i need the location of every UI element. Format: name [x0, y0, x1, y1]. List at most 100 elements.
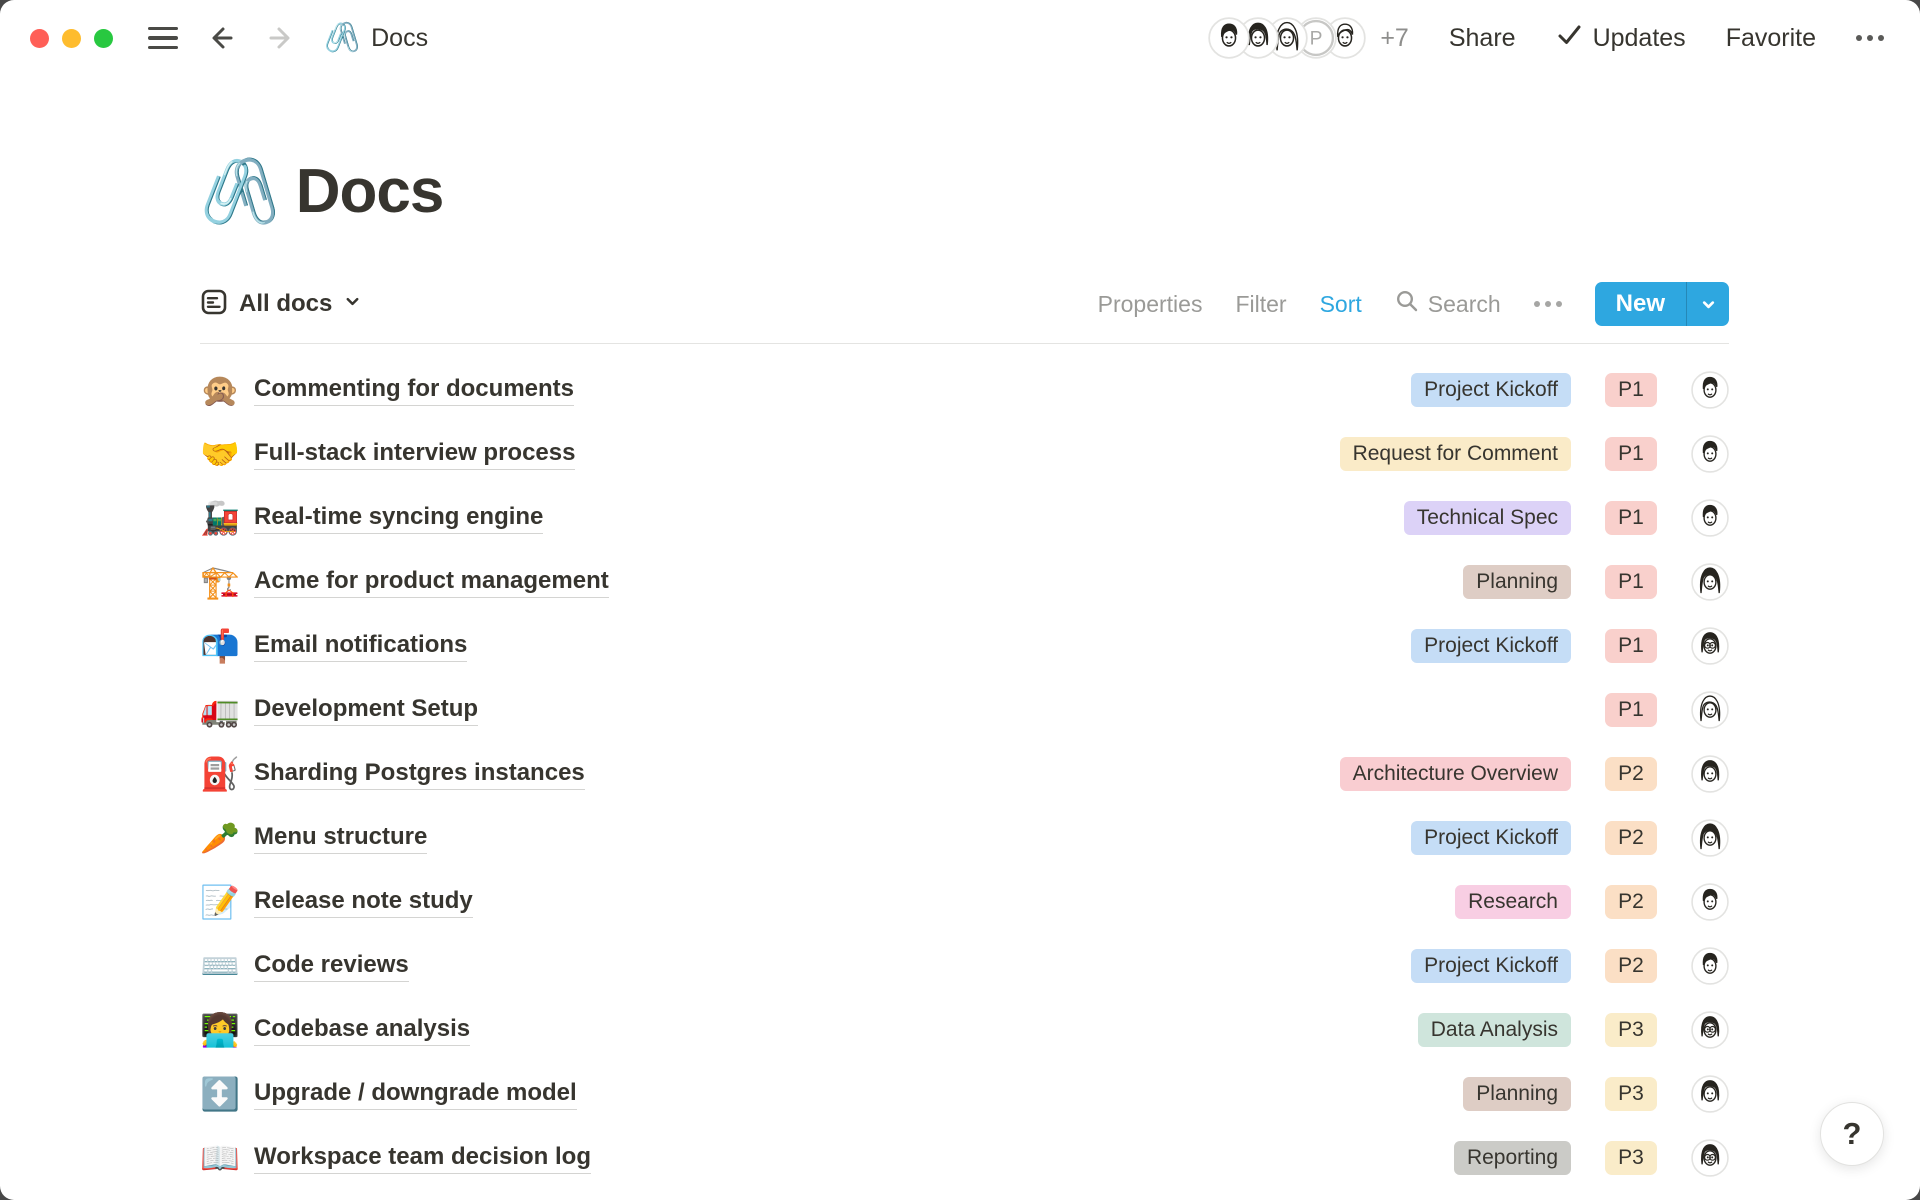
doc-priority-badge[interactable]: P1: [1605, 565, 1657, 599]
doc-priority-badge[interactable]: P1: [1605, 437, 1657, 471]
toolbar-actions: Properties Filter Sort Search New: [1098, 282, 1729, 326]
doc-priority-badge[interactable]: P3: [1605, 1077, 1657, 1111]
doc-row[interactable]: 🤝 Full-stack interview process Request f…: [200, 422, 1729, 486]
back-arrow-icon[interactable]: [204, 21, 238, 55]
doc-row-meta: Project Kickoff P1: [1411, 627, 1729, 665]
doc-type-tag[interactable]: Planning: [1463, 565, 1571, 599]
sidebar-toggle-icon[interactable]: [148, 27, 178, 49]
doc-owner-avatar[interactable]: [1691, 947, 1729, 985]
filter-button[interactable]: Filter: [1235, 291, 1286, 318]
doc-title-link[interactable]: Real-time syncing engine: [254, 503, 543, 534]
search-icon: [1395, 289, 1419, 319]
doc-priority-badge[interactable]: P2: [1605, 757, 1657, 791]
doc-type-tag[interactable]: Architecture Overview: [1340, 757, 1571, 791]
doc-row[interactable]: ⛽ Sharding Postgres instances Architectu…: [200, 742, 1729, 806]
minimize-window-button[interactable]: [62, 29, 81, 48]
doc-title-link[interactable]: Workspace team decision log: [254, 1143, 591, 1174]
zoom-window-button[interactable]: [94, 29, 113, 48]
doc-row[interactable]: ↕️ Upgrade / downgrade model Planning P3: [200, 1062, 1729, 1126]
doc-type-tag[interactable]: Project Kickoff: [1411, 821, 1571, 855]
doc-title-link[interactable]: Development Setup: [254, 695, 478, 726]
doc-type-tag[interactable]: Technical Spec: [1404, 501, 1571, 535]
member-avatar-stack[interactable]: P: [1208, 17, 1366, 59]
doc-row[interactable]: 🙊 Commenting for documents Project Kicko…: [200, 358, 1729, 422]
member-avatar[interactable]: [1208, 17, 1250, 59]
doc-row[interactable]: 👩‍💻 Codebase analysis Data Analysis P3: [200, 998, 1729, 1062]
help-button[interactable]: ?: [1820, 1102, 1884, 1166]
new-doc-split-button[interactable]: New: [1595, 282, 1729, 326]
doc-title-link[interactable]: Acme for product management: [254, 567, 609, 598]
doc-type-tag[interactable]: Project Kickoff: [1411, 949, 1571, 983]
doc-row[interactable]: 📝 Release note study Research P2: [200, 870, 1729, 934]
svg-text:P: P: [1310, 29, 1323, 50]
toolbar-more-button[interactable]: [1534, 301, 1562, 307]
doc-row[interactable]: 🏗️ Acme for product management Planning …: [200, 550, 1729, 614]
doc-row[interactable]: 📖 Workspace team decision log Reporting …: [200, 1126, 1729, 1190]
search-button[interactable]: Search: [1395, 289, 1501, 319]
doc-row-meta: Research P2: [1455, 883, 1729, 921]
more-options-button[interactable]: [1856, 35, 1884, 41]
doc-title-link[interactable]: Menu structure: [254, 823, 427, 854]
doc-row[interactable]: 🚛 Development Setup P1: [200, 678, 1729, 742]
doc-owner-avatar[interactable]: [1691, 1075, 1729, 1113]
sort-button[interactable]: Sort: [1320, 291, 1362, 318]
doc-owner-avatar[interactable]: [1691, 563, 1729, 601]
doc-priority-badge[interactable]: P1: [1605, 693, 1657, 727]
doc-title-link[interactable]: Release note study: [254, 887, 473, 918]
doc-type-tag[interactable]: Reporting: [1454, 1141, 1571, 1175]
doc-title-link[interactable]: Email notifications: [254, 631, 467, 662]
doc-priority-badge[interactable]: P1: [1605, 373, 1657, 407]
favorite-button[interactable]: Favorite: [1726, 24, 1816, 53]
doc-priority-badge[interactable]: P1: [1605, 501, 1657, 535]
doc-owner-avatar[interactable]: [1691, 819, 1729, 857]
share-button[interactable]: Share: [1449, 24, 1516, 53]
doc-priority-badge[interactable]: P3: [1605, 1141, 1657, 1175]
doc-row[interactable]: ⌨️ Code reviews Project Kickoff P2: [200, 934, 1729, 998]
doc-type-tag[interactable]: Request for Comment: [1340, 437, 1571, 471]
doc-title-link[interactable]: Full-stack interview process: [254, 439, 575, 470]
search-label: Search: [1428, 291, 1501, 318]
doc-priority-badge[interactable]: P1: [1605, 629, 1657, 663]
doc-type-tag[interactable]: Data Analysis: [1418, 1013, 1571, 1047]
doc-title-link[interactable]: Sharding Postgres instances: [254, 759, 585, 790]
doc-owner-avatar[interactable]: [1691, 1139, 1729, 1177]
doc-owner-avatar[interactable]: [1691, 435, 1729, 473]
check-icon: [1556, 21, 1583, 55]
breadcrumb-title[interactable]: Docs: [371, 24, 428, 53]
forward-arrow-icon[interactable]: [264, 21, 298, 55]
new-doc-button[interactable]: New: [1595, 282, 1686, 326]
doc-owner-avatar[interactable]: [1691, 371, 1729, 409]
doc-type-tag[interactable]: Research: [1455, 885, 1571, 919]
updates-button[interactable]: Updates: [1556, 21, 1686, 55]
close-window-button[interactable]: [30, 29, 49, 48]
doc-owner-avatar[interactable]: [1691, 627, 1729, 665]
properties-button[interactable]: Properties: [1098, 291, 1203, 318]
doc-title-link[interactable]: Codebase analysis: [254, 1015, 470, 1046]
more-members-count[interactable]: +7: [1380, 24, 1409, 53]
doc-row[interactable]: 🥕 Menu structure Project Kickoff P2: [200, 806, 1729, 870]
chevron-down-icon: [343, 292, 362, 316]
doc-owner-avatar[interactable]: [1691, 883, 1729, 921]
new-doc-dropdown-caret[interactable]: [1686, 282, 1729, 326]
doc-owner-avatar[interactable]: [1691, 1011, 1729, 1049]
doc-type-tag[interactable]: Project Kickoff: [1411, 373, 1571, 407]
doc-priority-badge[interactable]: P2: [1605, 821, 1657, 855]
doc-row[interactable]: 🚂 Real-time syncing engine Technical Spe…: [200, 486, 1729, 550]
doc-row[interactable]: 📬 Email notifications Project Kickoff P1: [200, 614, 1729, 678]
doc-row-meta: Project Kickoff P2: [1411, 819, 1729, 857]
doc-title-link[interactable]: Commenting for documents: [254, 375, 574, 406]
doc-owner-avatar[interactable]: [1691, 499, 1729, 537]
doc-title-link[interactable]: Code reviews: [254, 951, 409, 982]
view-switcher[interactable]: All docs: [200, 288, 362, 321]
doc-title-link[interactable]: Upgrade / downgrade model: [254, 1079, 577, 1110]
doc-row-meta: Request for Comment P1: [1340, 435, 1729, 473]
doc-priority-badge[interactable]: P2: [1605, 949, 1657, 983]
doc-priority-badge[interactable]: P3: [1605, 1013, 1657, 1047]
doc-priority-badge[interactable]: P2: [1605, 885, 1657, 919]
linked-paperclips-emoji[interactable]: 🖇️: [200, 159, 280, 223]
doc-owner-avatar[interactable]: [1691, 691, 1729, 729]
doc-owner-avatar[interactable]: [1691, 755, 1729, 793]
doc-type-tag[interactable]: Project Kickoff: [1411, 629, 1571, 663]
up-down-arrow-emoji: ↕️: [200, 1078, 247, 1110]
doc-type-tag[interactable]: Planning: [1463, 1077, 1571, 1111]
